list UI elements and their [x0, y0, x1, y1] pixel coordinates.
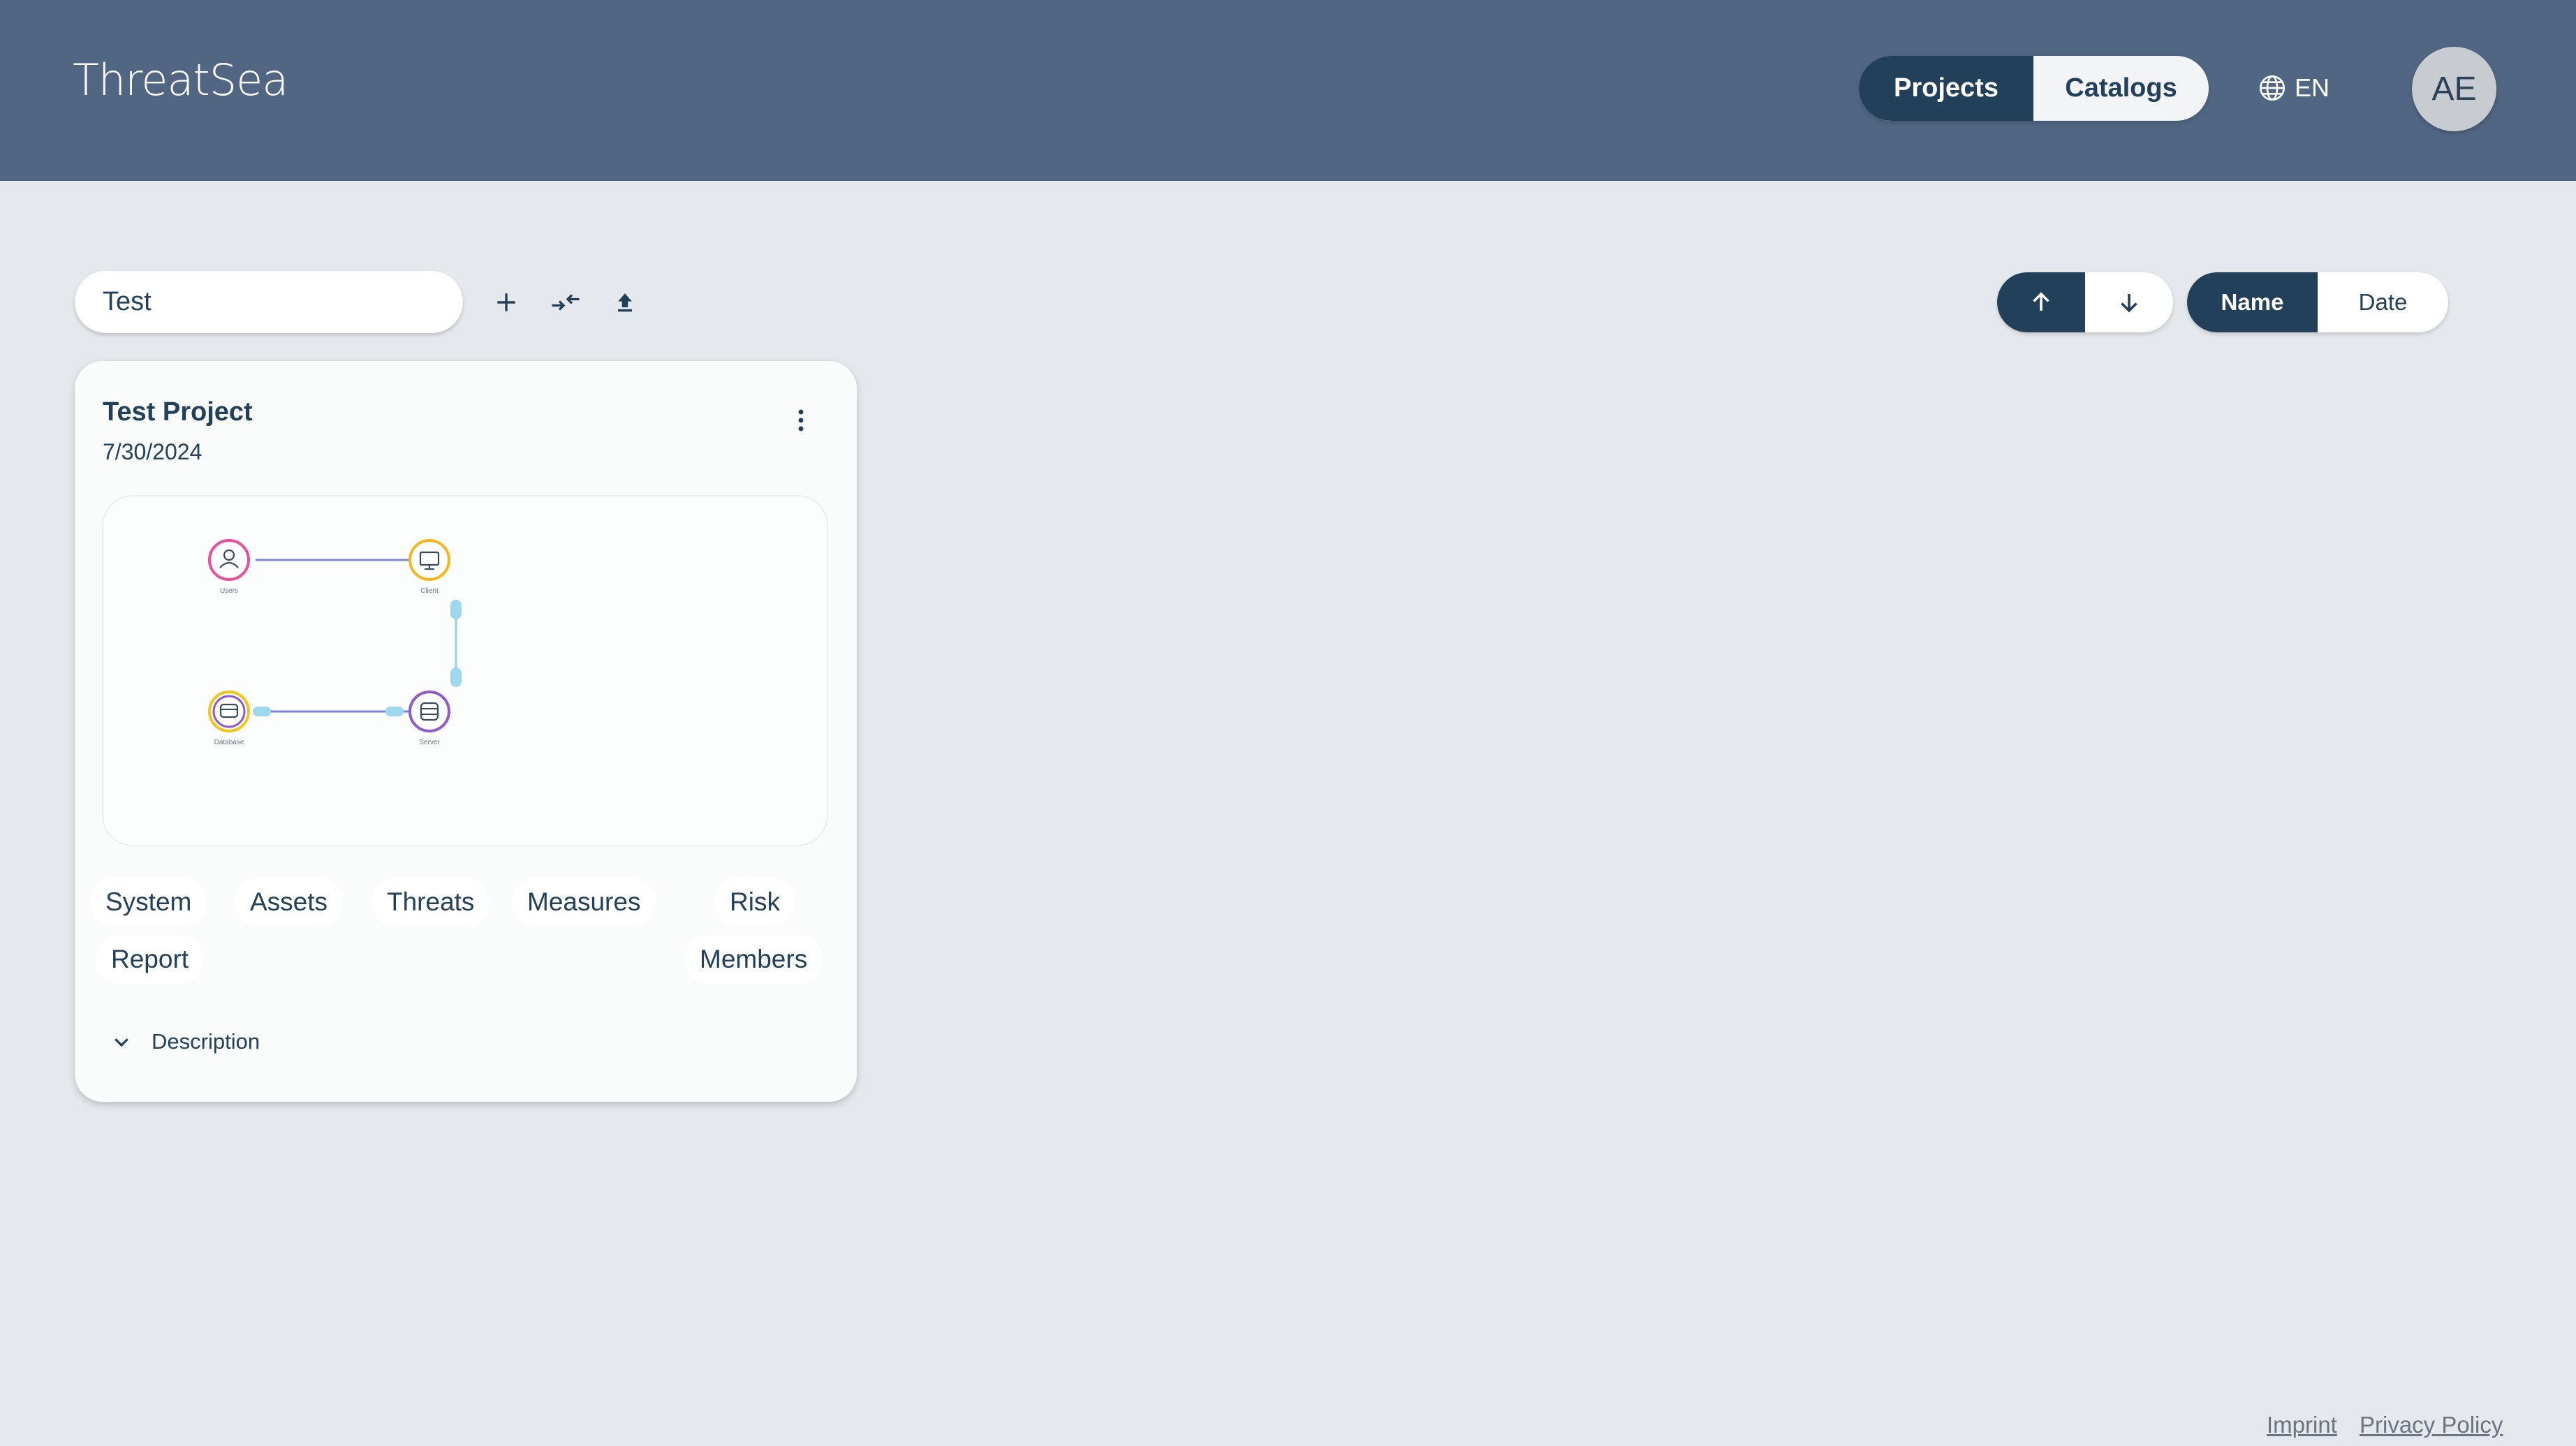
- main-nav-toggle: Projects Catalogs: [1859, 56, 2209, 121]
- app-logo[interactable]: ThreatSea: [73, 54, 288, 110]
- link-members[interactable]: Members: [684, 935, 823, 984]
- plus-icon: [497, 293, 515, 311]
- imprint-link[interactable]: Imprint: [2267, 1412, 2337, 1438]
- user-avatar[interactable]: AE: [2412, 47, 2496, 131]
- more-vertical-icon: [798, 409, 804, 431]
- globe-icon: [2260, 75, 2285, 101]
- import-project-button[interactable]: [548, 285, 583, 320]
- chevron-down-icon: [115, 1038, 128, 1047]
- upload-icon: [618, 293, 632, 312]
- nav-catalogs-button[interactable]: Catalogs: [2033, 56, 2209, 121]
- diagram-node-client: Client: [409, 539, 450, 595]
- link-system[interactable]: System: [90, 878, 207, 927]
- arrow-up-icon: [2033, 292, 2049, 311]
- link-risk[interactable]: Risk: [714, 878, 795, 927]
- diagram-node-server: Server: [409, 691, 450, 746]
- diagram-node-users: Users: [208, 539, 250, 595]
- upload-project-button[interactable]: [608, 285, 642, 320]
- sort-direction-toggle: [1997, 272, 2173, 332]
- sort-by-date-button[interactable]: Date: [2318, 272, 2448, 332]
- project-date: 7/30/2024: [103, 439, 203, 464]
- link-threats[interactable]: Threats: [371, 878, 490, 927]
- project-title: Test Project: [103, 397, 253, 427]
- system-diagram-preview[interactable]: Users Client Database Server: [102, 495, 828, 846]
- privacy-policy-link[interactable]: Privacy Policy: [2360, 1412, 2503, 1438]
- add-project-button[interactable]: [489, 285, 524, 320]
- sort-descending-button[interactable]: [2085, 272, 2173, 332]
- import-icon: [552, 294, 580, 311]
- sort-by-name-button[interactable]: Name: [2187, 272, 2318, 332]
- nav-projects-button[interactable]: Projects: [1859, 56, 2033, 121]
- search-input[interactable]: [103, 287, 444, 317]
- system-diagram: Users Client Database Server: [208, 539, 462, 746]
- description-toggle[interactable]: Description: [111, 1029, 260, 1054]
- project-card[interactable]: Test Project 7/30/2024 Users Client Data…: [75, 361, 857, 1102]
- sort-ascending-button[interactable]: [1997, 272, 2085, 332]
- language-selector[interactable]: EN: [2258, 71, 2330, 105]
- sort-field-toggle: Name Date: [2187, 272, 2448, 332]
- link-report[interactable]: Report: [96, 935, 205, 984]
- language-label: EN: [2295, 73, 2330, 102]
- link-assets[interactable]: Assets: [235, 878, 344, 927]
- svg-text:Client: Client: [420, 587, 439, 595]
- link-measures[interactable]: Measures: [512, 878, 656, 927]
- project-menu-button[interactable]: [787, 399, 815, 441]
- description-label: Description: [152, 1029, 260, 1054]
- arrow-down-icon: [2121, 294, 2137, 313]
- svg-text:Server: Server: [419, 739, 440, 746]
- diagram-node-database: Database: [208, 691, 250, 746]
- svg-text:Users: Users: [220, 587, 238, 595]
- search-bar: [75, 271, 463, 333]
- app-header: ThreatSea Projects Catalogs EN AE: [0, 0, 2576, 181]
- svg-text:Database: Database: [214, 739, 244, 746]
